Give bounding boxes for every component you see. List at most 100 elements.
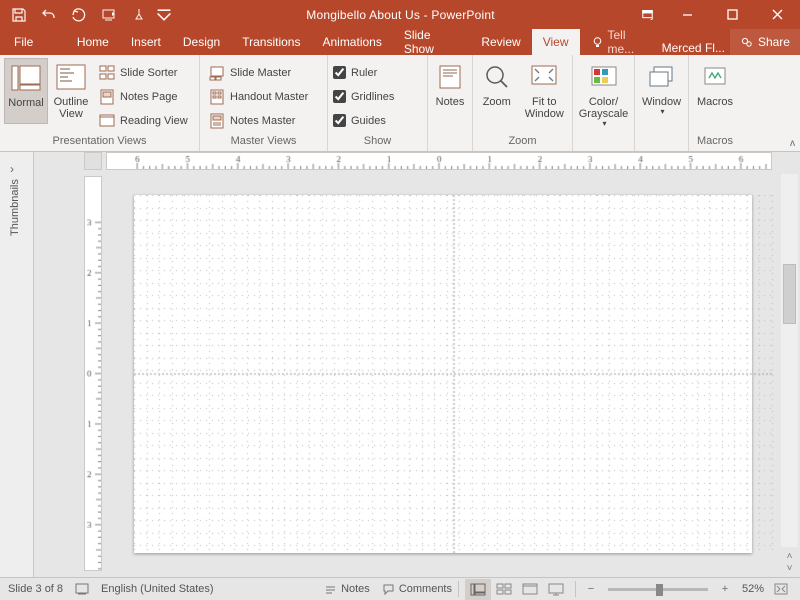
zoom-level[interactable]: 52% [734,583,768,595]
slide-canvas-area: ˄ ˅ [34,152,800,577]
slide-sorter-statusbar-icon[interactable] [491,579,517,600]
reading-view-icon [99,113,115,129]
normal-view-icon [10,62,42,94]
slide-sorter-button[interactable]: Slide Sorter [95,62,192,83]
horizontal-ruler[interactable] [106,152,772,170]
ribbon-display-options-icon[interactable] [629,0,665,29]
group-macros: Macros Macros [689,55,741,151]
group-window: Window▾ [635,55,689,151]
tab-review[interactable]: Review [470,29,531,55]
workspace: › Thumbnails ˄ ˅ [0,152,800,577]
group-master-views: Slide Master Handout Master Notes Master… [200,55,328,151]
title-bar: Mongibello About Us - PowerPoint [0,0,800,29]
ribbon-tabs: File Home Insert Design Transitions Anim… [0,29,800,55]
group-zoom: Zoom Fit to Window Zoom [473,55,573,151]
close-icon[interactable] [755,0,800,29]
tab-view[interactable]: View [532,29,580,55]
guides-checkbox[interactable]: Guides [333,110,394,131]
signed-in-user[interactable]: Merced Fl... [662,41,729,55]
tab-design[interactable]: Design [172,29,231,55]
notes-page-icon [99,89,115,105]
undo-icon[interactable] [36,3,62,27]
tab-transitions[interactable]: Transitions [231,29,311,55]
handout-master-icon [209,89,225,105]
document-title: Mongibello About Us - PowerPoint [172,8,629,22]
reading-view-button[interactable]: Reading View [95,110,192,131]
lightbulb-icon [591,36,604,49]
start-from-beginning-icon[interactable] [96,3,122,27]
group-presentation-views: Normal Outline View Slide Sorter Notes P… [0,55,200,151]
normal-view-statusbar-icon[interactable] [465,579,491,600]
scrollbar-thumb[interactable] [783,264,796,324]
maximize-icon[interactable] [710,0,755,29]
touch-mouse-mode-icon[interactable] [126,3,152,27]
fit-to-window-button[interactable]: Fit to Window [520,58,569,122]
qat-customize-icon[interactable] [156,3,172,27]
language-status[interactable]: English (United States) [101,583,214,595]
notes-master-button[interactable]: Notes Master [205,110,312,131]
zoom-slider-thumb[interactable] [656,584,663,596]
notes-page-button[interactable]: Notes Page [95,86,192,107]
gridlines-checkbox[interactable]: Gridlines [333,86,394,107]
tab-home[interactable]: Home [66,29,120,55]
group-notes: Notes [428,55,472,151]
slide-grid [134,195,774,553]
tab-slide-show[interactable]: Slide Show [393,29,471,55]
slide-show-statusbar-icon[interactable] [543,579,569,600]
zoom-icon [481,61,513,93]
zoom-button[interactable]: Zoom [476,58,518,122]
ruler-corner [84,152,102,170]
share-button[interactable]: Share [729,29,800,55]
minimize-icon[interactable] [665,0,710,29]
normal-view-button[interactable]: Normal [4,58,48,124]
vertical-scrollbar[interactable] [781,174,798,547]
tab-file[interactable]: File [0,29,47,55]
fit-to-window-icon [528,61,560,93]
chevron-down-icon: ▾ [644,108,681,117]
window-button[interactable]: Window▾ [637,58,686,122]
status-bar: Slide 3 of 8 English (United States) Not… [0,577,800,600]
outline-view-icon [55,61,87,93]
quick-access-toolbar [0,3,172,27]
slide-master-button[interactable]: Slide Master [205,62,312,83]
macros-button[interactable]: Macros [691,58,739,122]
window-controls [629,0,800,29]
tab-insert[interactable]: Insert [120,29,172,55]
notes-icon [434,61,466,93]
slide-pager: ˄ ˅ [781,551,798,575]
group-show: Ruler Gridlines Guides Show [328,55,428,151]
comments-toggle[interactable]: Comments [382,583,452,596]
slide-sorter-icon [99,65,115,81]
zoom-slider[interactable] [608,588,708,591]
notes-master-icon [209,113,225,129]
group-color-grayscale: Color/ Grayscale▾ [573,55,635,151]
prev-slide-icon[interactable]: ˄ [781,551,798,563]
vertical-ruler[interactable] [84,176,102,571]
share-icon [740,36,753,49]
save-icon[interactable] [6,3,32,27]
expand-thumbnails-icon[interactable]: › [10,162,14,176]
next-slide-icon[interactable]: ˅ [781,563,798,575]
ruler-checkbox[interactable]: Ruler [333,62,394,83]
redo-icon[interactable] [66,3,92,27]
handout-master-button[interactable]: Handout Master [205,86,312,107]
color-grayscale-icon [588,61,620,93]
collapse-ribbon-icon[interactable]: ʌ [790,138,795,149]
reading-view-statusbar-icon[interactable] [517,579,543,600]
fit-to-window-statusbar-icon[interactable] [768,579,794,600]
zoom-in-icon[interactable]: + [716,579,734,600]
tell-me-search[interactable]: Tell me... [580,29,662,55]
notes-button[interactable]: Notes [430,58,470,122]
spell-check-icon[interactable] [75,582,89,596]
slide[interactable] [134,195,752,553]
notes-toggle[interactable]: Notes [324,583,370,596]
macros-icon [699,61,731,93]
outline-view-button[interactable]: Outline View [49,58,93,122]
slide-counter[interactable]: Slide 3 of 8 [8,583,63,595]
tab-animations[interactable]: Animations [311,29,392,55]
ribbon: Normal Outline View Slide Sorter Notes P… [0,55,800,152]
thumbnails-pane-collapsed[interactable]: › Thumbnails [0,152,34,577]
window-icon [646,61,678,93]
zoom-out-icon[interactable]: − [582,579,600,600]
color-grayscale-button[interactable]: Color/ Grayscale▾ [575,58,632,129]
